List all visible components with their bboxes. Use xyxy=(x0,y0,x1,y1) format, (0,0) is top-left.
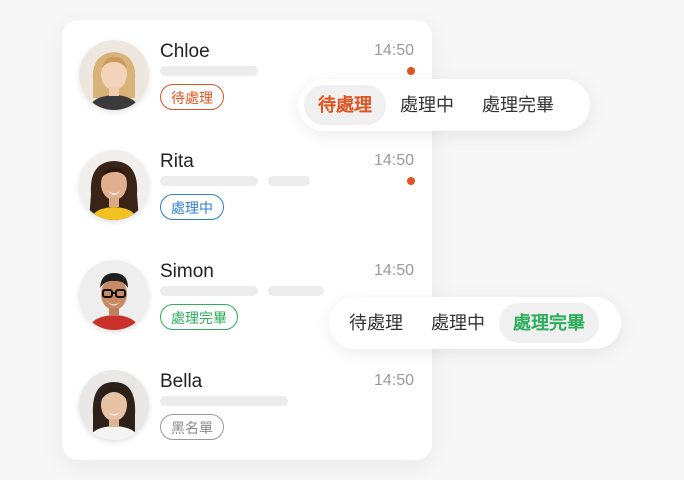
avatar-rita[interactable] xyxy=(79,150,149,220)
conversation-row-rita[interactable]: Rita 14:50 處理中 xyxy=(62,130,432,240)
message-preview-placeholder xyxy=(268,176,310,186)
contact-name: Simon xyxy=(160,261,214,282)
message-time: 14:50 xyxy=(373,152,414,169)
avatar-bella[interactable] xyxy=(79,370,149,440)
message-time: 14:50 xyxy=(373,372,414,389)
message-time: 14:50 xyxy=(373,42,414,59)
status-option-done[interactable]: 處理完畢 xyxy=(499,303,599,343)
status-option-pending[interactable]: 待處理 xyxy=(304,85,386,125)
unread-dot xyxy=(407,177,415,185)
message-preview-placeholder xyxy=(160,396,288,406)
message-preview-placeholder xyxy=(160,176,258,186)
status-option-in-progress[interactable]: 處理中 xyxy=(417,303,499,343)
status-badge[interactable]: 處理完畢 xyxy=(160,304,238,330)
status-badge[interactable]: 待處理 xyxy=(160,84,224,110)
contact-name: Rita xyxy=(160,151,194,172)
message-preview-placeholder xyxy=(160,66,258,76)
contact-name: Chloe xyxy=(160,41,210,62)
message-time: 14:50 xyxy=(373,262,414,279)
conversation-row-bella[interactable]: Bella 14:50 黑名單 xyxy=(62,350,432,460)
status-option-pending[interactable]: 待處理 xyxy=(335,303,417,343)
avatar-chloe[interactable] xyxy=(79,40,149,110)
status-switcher-bottom: 待處理 處理中 處理完畢 xyxy=(329,297,621,349)
unread-dot xyxy=(407,67,415,75)
status-badge[interactable]: 黑名單 xyxy=(160,414,224,440)
contact-name: Bella xyxy=(160,371,203,392)
status-option-in-progress[interactable]: 處理中 xyxy=(386,85,468,125)
message-preview-placeholder xyxy=(268,286,324,296)
avatar-simon[interactable] xyxy=(79,260,149,330)
status-badge[interactable]: 處理中 xyxy=(160,194,224,220)
message-preview-placeholder xyxy=(160,286,258,296)
status-option-done[interactable]: 處理完畢 xyxy=(468,85,568,125)
status-switcher-top: 待處理 處理中 處理完畢 xyxy=(298,79,590,131)
